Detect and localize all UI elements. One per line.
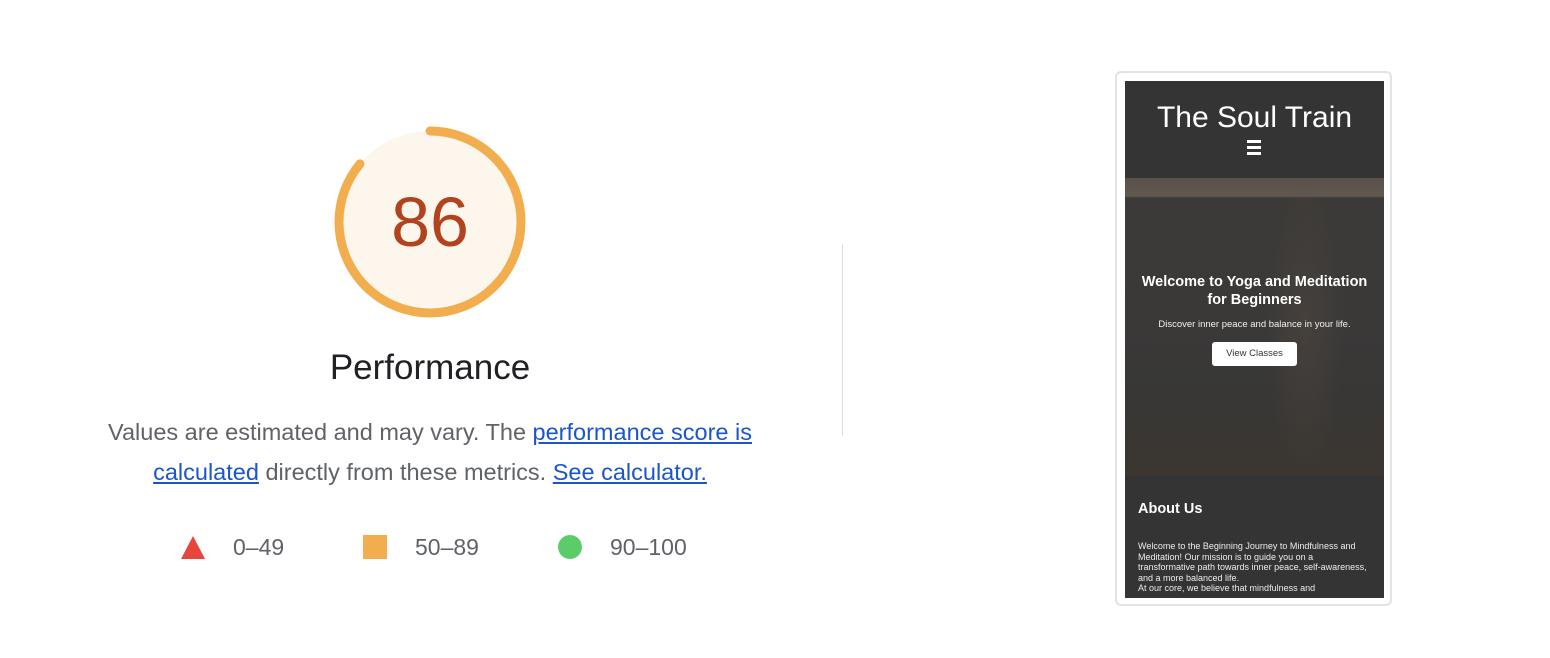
about-us-heading: About Us: [1138, 501, 1203, 517]
description-text-middle: directly from these metrics.: [258, 459, 553, 485]
performance-score-value: 86: [391, 183, 469, 261]
lighthouse-report: 86 Performance Values are estimated and …: [0, 0, 1550, 658]
legend-range-average: 50–89: [415, 533, 479, 560]
view-classes-button: View Classes: [1212, 342, 1297, 366]
final-screenshot: The Soul Train Welcome to Yoga and Medit…: [1125, 81, 1384, 598]
triangle-icon: [181, 535, 205, 559]
performance-score-gauge: 86: [330, 122, 530, 322]
hamburger-menu-icon: [1247, 140, 1261, 155]
hero-subtitle: Discover inner peace and balance in your…: [1158, 319, 1351, 330]
legend-item-average: 50–89: [363, 532, 479, 562]
square-icon: [363, 535, 387, 559]
legend-range-pass: 90–100: [610, 533, 687, 560]
about-us-paragraph-2: At our core, we believe that mindfulness…: [1138, 583, 1316, 593]
legend-item-fail: 0–49: [181, 532, 284, 562]
site-title: The Soul Train: [1156, 101, 1353, 134]
hero-title: Welcome to Yoga and Meditation for Begin…: [1141, 274, 1368, 308]
legend-item-pass: 90–100: [558, 532, 687, 562]
legend-range-fail: 0–49: [233, 533, 285, 560]
about-us-paragraph-1: Welcome to the Beginning Journey to Mind…: [1138, 541, 1367, 583]
performance-title: Performance: [329, 348, 531, 387]
about-us-text: Welcome to the Beginning Journey to Mind…: [1138, 541, 1370, 594]
description-text-start: Values are estimated and may vary. The: [108, 419, 533, 445]
circle-icon: [558, 535, 582, 559]
vertical-divider: [842, 244, 843, 436]
see-calculator-link[interactable]: See calculator.: [553, 459, 707, 485]
performance-description: Values are estimated and may vary. The p…: [90, 412, 770, 492]
